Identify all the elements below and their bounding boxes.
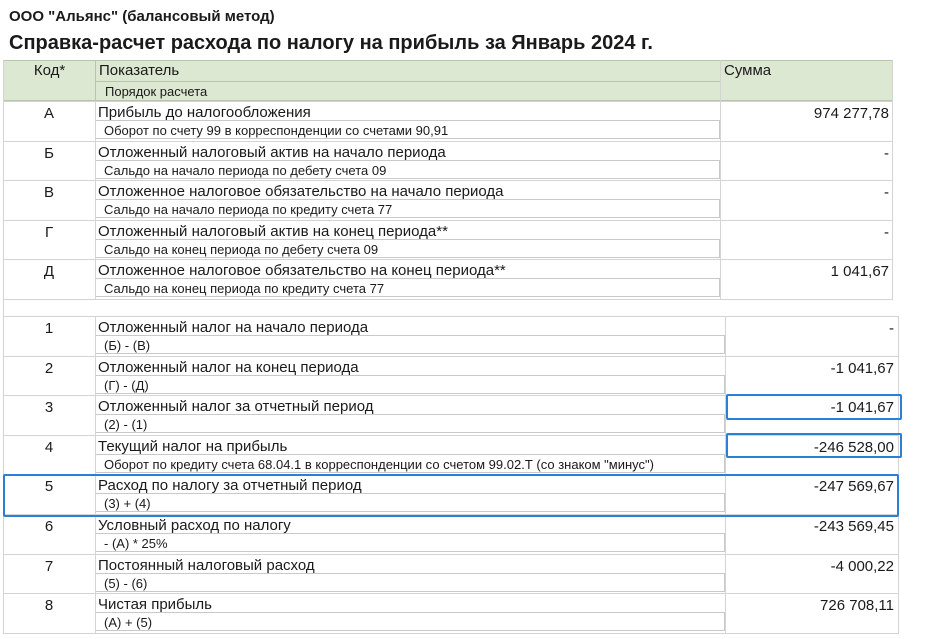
- row-code: 1: [44, 320, 54, 337]
- highlight-amount-3: [726, 394, 902, 420]
- row-calc-order: (Г) - (Д): [95, 375, 725, 394]
- row-indicator: Отложенное налоговое обязательство на на…: [98, 183, 504, 200]
- row-amount: 974 277,78: [813, 105, 889, 122]
- row-calc-order: Сальдо на начало периода по кредиту счет…: [95, 199, 720, 218]
- company-name: ООО "Альянс" (балансовый метод): [9, 8, 275, 25]
- table-right-border: [892, 60, 893, 299]
- column-divider: [720, 60, 721, 299]
- row-indicator: Отложенный налог на начало периода: [98, 319, 369, 336]
- row-code: Г: [44, 224, 54, 241]
- row-indicator: Постоянный налоговый расход: [98, 557, 315, 574]
- row-calc-order: (5) - (6): [95, 573, 725, 592]
- header-amount: Сумма: [720, 60, 893, 101]
- highlight-row-5: [3, 474, 899, 517]
- column-divider: [95, 101, 96, 299]
- row-code: Б: [44, 145, 54, 162]
- row-amount: -4 000,22: [830, 558, 894, 575]
- row-amount: -: [884, 224, 889, 241]
- table-left-border: [3, 60, 4, 299]
- row-calc-order: - (А) * 25%: [95, 533, 725, 552]
- report-title: Справка-расчет расхода по налогу на приб…: [9, 32, 653, 54]
- row-indicator: Условный расход по налогу: [98, 517, 291, 534]
- row-indicator: Отложенное налоговое обязательство на ко…: [98, 262, 506, 279]
- row-calc-order: (2) - (1): [95, 414, 725, 433]
- row-calc-order: (А) + (5): [95, 612, 725, 631]
- row-amount: 1 041,67: [830, 263, 889, 280]
- row-code: Д: [43, 263, 55, 280]
- row-indicator: Отложенный налог на конец периода: [98, 359, 359, 376]
- row-code: 4: [44, 439, 54, 456]
- header-indicator: Показатель: [95, 60, 721, 82]
- row-divider: [3, 299, 893, 300]
- highlight-amount-4: [726, 433, 902, 458]
- row-indicator: Отложенный налоговый актив на начало пер…: [98, 144, 446, 161]
- row-amount: -: [889, 320, 894, 337]
- header-code: Код*: [3, 60, 96, 101]
- row-code: 6: [44, 518, 54, 535]
- row-amount: -: [884, 145, 889, 162]
- row-code: 3: [44, 399, 54, 416]
- row-calc-order: (Б) - (В): [95, 335, 725, 354]
- row-code: 8: [44, 597, 54, 614]
- row-indicator: Отложенный налог за отчетный период: [98, 398, 374, 415]
- row-code: А: [43, 105, 54, 122]
- row-indicator: Отложенный налоговый актив на конец пери…: [98, 223, 448, 240]
- row-calc-order: Оборот по кредиту счета 68.04.1 в коррес…: [95, 454, 725, 473]
- row-amount: -1 041,67: [830, 360, 894, 377]
- row-code: 7: [44, 558, 54, 575]
- row-code: В: [43, 184, 54, 201]
- row-code: 2: [44, 360, 54, 377]
- row-indicator: Текущий налог на прибыль: [98, 438, 288, 455]
- row-calc-order: Оборот по счету 99 в корреспонденции со …: [95, 120, 720, 139]
- row-calc-order: Сальдо на начало периода по дебету счета…: [95, 160, 720, 179]
- row-calc-order: Сальдо на конец периода по кредиту счета…: [95, 278, 720, 297]
- table-left-border: [3, 299, 4, 633]
- header-calc-order: Порядок расчета: [95, 81, 721, 101]
- row-indicator: Чистая прибыль: [98, 596, 212, 613]
- row-amount: -243 569,45: [813, 518, 894, 535]
- row-calc-order: Сальдо на конец периода по дебету счета …: [95, 239, 720, 258]
- row-amount: -: [884, 184, 889, 201]
- row-amount: 726 708,11: [820, 597, 894, 614]
- row-indicator: Прибыль до налогообложения: [98, 104, 311, 121]
- row-divider: [3, 633, 899, 634]
